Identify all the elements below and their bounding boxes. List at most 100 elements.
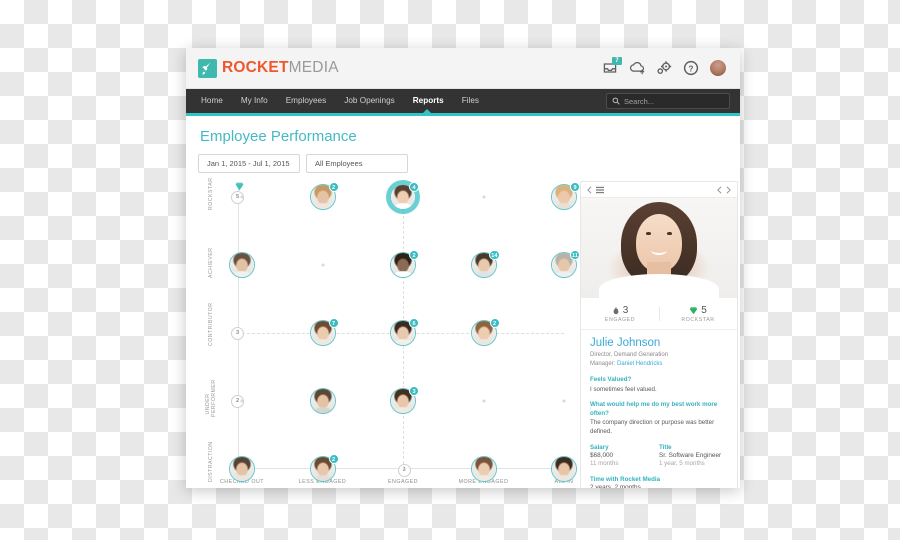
employee-bubble[interactable]: 11 (551, 250, 580, 278)
employee-filter[interactable]: All Employees (306, 154, 408, 173)
question-best-work-title: What would help me do my best work more … (590, 401, 718, 417)
employee-bubble[interactable] (551, 456, 577, 482)
salary-value: $68,000 (590, 452, 614, 459)
photo-eye-left (646, 232, 651, 235)
flame-icon (613, 305, 619, 314)
nav-item-job-openings[interactable]: Job Openings (335, 89, 404, 113)
employee-thumbnail (310, 389, 335, 413)
nav-item-my-info[interactable]: My Info (232, 89, 277, 113)
employee-bubble[interactable]: 6 (390, 318, 419, 346)
rocket-logo-icon (198, 58, 217, 78)
employee-bubble[interactable]: 2 (470, 318, 500, 346)
bubble-count-badge: 2 (409, 250, 419, 260)
stat-engaged: 3 ENGAGED (581, 305, 659, 323)
next-employee-icon[interactable] (726, 185, 731, 194)
inbox-icon[interactable]: 7 (602, 57, 622, 76)
performance-chart: DISTRACTION1UNDER PERFORMER2CONTRIBUTOR3… (198, 177, 580, 488)
date-range-filter[interactable]: Jan 1, 2015 - Jul 1, 2015 (198, 154, 300, 173)
empty-cell-dot (482, 195, 485, 199)
stat-rockstar-value: 5 (701, 305, 707, 316)
tenure-head: Time with Rocket Media (590, 476, 661, 483)
employee-bubble[interactable]: 2 (390, 250, 419, 278)
filter-bar: Jan 1, 2015 - Jul 1, 2015 All Employees (198, 154, 728, 173)
employee-bubble[interactable]: 2 (309, 454, 339, 482)
employee-bubble[interactable] (470, 456, 497, 482)
employee-bubble[interactable]: 9 (551, 182, 580, 210)
stat-rockstar-top: 5 (659, 305, 737, 316)
title-head: Title (659, 444, 672, 451)
nav-item-employees[interactable]: Employees (277, 89, 336, 113)
help-icon[interactable]: ? (683, 60, 699, 76)
employee-bubble[interactable] (309, 388, 336, 414)
brand-primary: ROCKET (222, 59, 289, 76)
empty-cell-dot (482, 399, 485, 403)
prev-employee-icon[interactable] (717, 185, 722, 194)
employee-bubble[interactable]: 2 (309, 182, 339, 210)
bubble-count-badge: 2 (328, 182, 339, 192)
salary-title-row: Salary $68,000 11 months Title Sr. Softw… (590, 444, 728, 467)
app-window: ROCKETMEDIA 7 ? Home My Info Employees J… (186, 48, 740, 488)
y-axis-label: CONTRIBUTOR (208, 302, 214, 346)
bubble-count-badge: 9 (570, 182, 580, 192)
user-avatar[interactable] (710, 60, 726, 76)
employee-detail-panel: 3 ENGAGED 5 ROCKSTAR Julie Johnson Direc… (580, 181, 738, 488)
inbox-badge: 7 (612, 57, 622, 65)
cloud-upload-icon[interactable] (629, 60, 645, 76)
empty-cell-dot (321, 263, 324, 267)
svg-text:?: ? (689, 64, 694, 73)
x-axis-label: ENGAGED (388, 479, 418, 485)
bubble-count-badge: 3 (409, 386, 419, 396)
x-axis-tick: 3 (397, 464, 411, 477)
page-title: Employee Performance (200, 128, 357, 145)
employee-thumbnail (471, 457, 496, 481)
nav-item-files[interactable]: Files (453, 89, 488, 113)
salary-head: Salary (590, 444, 609, 451)
engagement-stats: 3 ENGAGED 5 ROCKSTAR (581, 298, 737, 330)
bubble-count-badge: 11 (570, 250, 580, 260)
question-best-work: What would help me do my best work more … (590, 401, 728, 436)
stat-engaged-value: 3 (622, 305, 629, 316)
bubble-count-badge: 7 (328, 318, 339, 328)
brand-bar: ROCKETMEDIA 7 ? (186, 48, 740, 89)
title-value: Sr. Software Engineer (659, 452, 722, 459)
employee-bubble[interactable] (229, 252, 255, 278)
tenure-value: 2 years, 2 months (590, 484, 641, 488)
manager-link[interactable]: Daniel Hendricks (617, 361, 662, 367)
employee-bubble-selected[interactable]: 4 (390, 182, 419, 210)
stat-rockstar: 5 ROCKSTAR (659, 305, 737, 323)
y-axis-label: UNDER PERFORMER (205, 379, 217, 417)
manager-prefix: Manager: (590, 361, 618, 367)
stat-engaged-label: ENGAGED (604, 317, 636, 323)
detail-header-right (717, 185, 731, 194)
question-feels-valued: Feels Valued? I sometimes feel valued. (590, 376, 728, 394)
employee-name: Julie Johnson (590, 337, 661, 349)
gear-icon[interactable] (656, 60, 672, 76)
content-split: DISTRACTION1UNDER PERFORMER2CONTRIBUTOR3… (198, 177, 738, 488)
nav-active-caret (422, 109, 432, 114)
tenure-block: Time with Rocket Media 2 years, 2 months (590, 476, 728, 488)
photo-eye-right (667, 232, 672, 235)
employee-thumbnail (552, 457, 576, 481)
nav-item-home[interactable]: Home (192, 89, 232, 113)
employee-bubble[interactable]: 14 (470, 250, 500, 278)
employee-thumbnail (230, 253, 254, 277)
stat-rockstar-label: ROCKSTAR (681, 317, 715, 323)
employee-bubble[interactable]: 7 (309, 318, 339, 346)
detail-body: Julie Johnson Director, Demand Generatio… (581, 330, 737, 488)
employee-bubble[interactable]: 3 (390, 386, 419, 414)
title-column: Title Sr. Software Engineer 1 year, 5 mo… (659, 444, 728, 467)
employee-bubble[interactable] (229, 456, 255, 482)
chevron-left-icon[interactable] (587, 185, 592, 194)
detail-panel-header (581, 182, 737, 198)
title-sub: 1 year, 5 months (659, 460, 705, 467)
stat-engaged-top: 3 (581, 305, 659, 316)
list-icon[interactable] (596, 186, 604, 194)
empty-cell-dot (562, 399, 566, 403)
bubble-count-badge: 4 (409, 182, 419, 192)
y-axis-label: ROCKSTAR (208, 177, 214, 210)
photo-shoulders (599, 274, 719, 298)
question-feels-valued-title: Feels Valued? (590, 376, 632, 383)
bubble-count-badge: 2 (328, 454, 339, 464)
search-box[interactable] (606, 93, 730, 109)
search-input[interactable] (624, 96, 724, 106)
